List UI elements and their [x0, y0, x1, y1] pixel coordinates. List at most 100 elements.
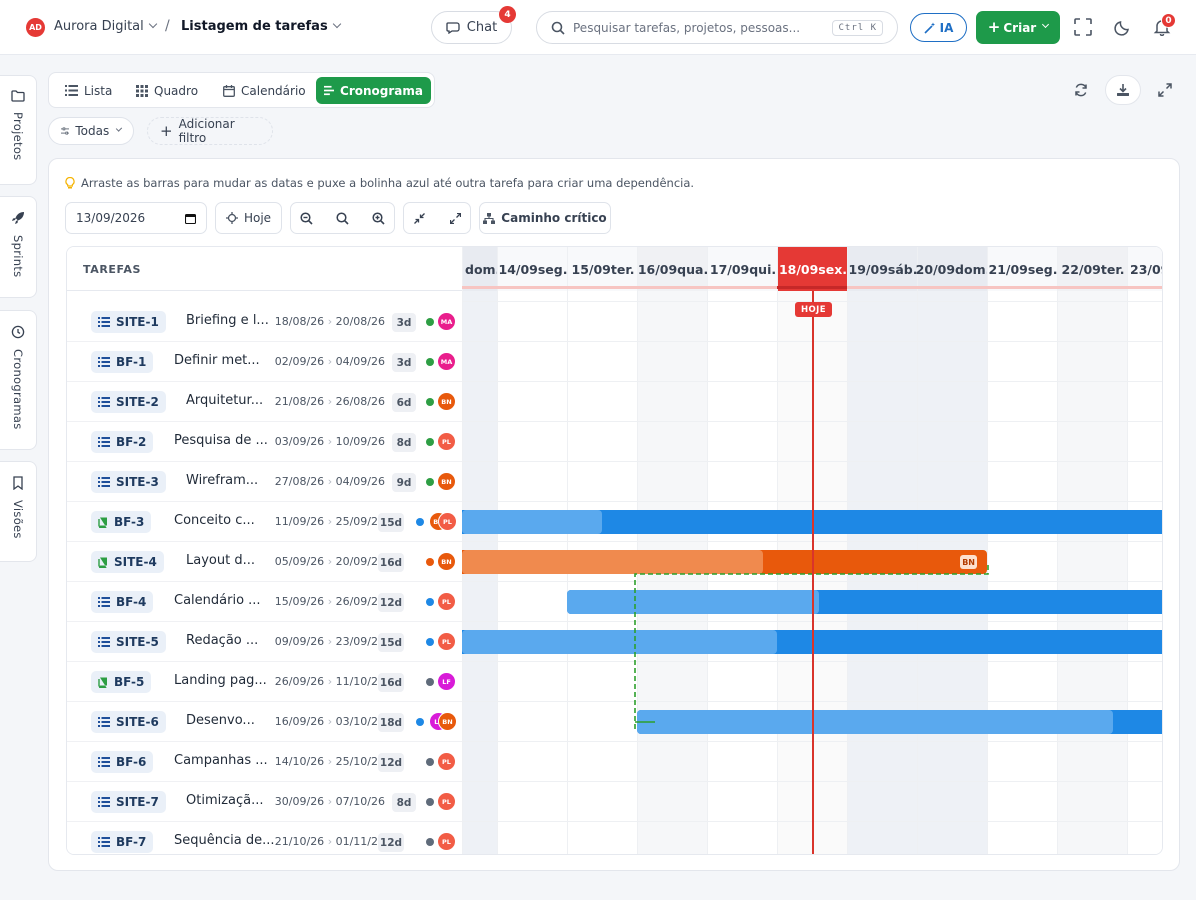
task-start-date: 21/10/26 — [274, 835, 325, 848]
refresh-button[interactable] — [1064, 75, 1098, 105]
filter-all[interactable]: Todas — [48, 117, 134, 145]
avatar[interactable]: LF — [437, 672, 456, 691]
task-dates: 21/08/26 › 26/08/26 — [274, 395, 385, 408]
task-key[interactable]: SITE-5 — [91, 631, 166, 653]
page-title[interactable]: Listagem de tarefas — [181, 19, 341, 34]
sidenav-item-visoes[interactable]: Visões — [0, 461, 37, 562]
task-row[interactable]: BF-4 Calendário ... 15/09/26 › 26/09/26 12d… — [67, 582, 462, 622]
status-dot — [416, 518, 424, 526]
avatar[interactable]: MA — [437, 312, 456, 331]
tasks-header: TAREFAS — [67, 247, 462, 291]
task-dates: 16/09/26 › 03/10/26 — [274, 715, 385, 728]
collapse-icon[interactable] — [413, 212, 425, 224]
sidenav-label: Projetos — [11, 112, 25, 161]
critical-path-label: Caminho crítico — [501, 211, 607, 225]
task-row[interactable]: BF-3Conceito c...11/09/26 › 25/09/2615dB… — [67, 502, 462, 542]
task-key-label: BF-6 — [116, 755, 147, 769]
task-key[interactable]: BF-3 — [91, 511, 152, 533]
task-key[interactable]: BF-4 — [91, 591, 154, 613]
task-key-label: BF-5 — [114, 675, 145, 689]
expand-icon[interactable] — [449, 212, 461, 224]
sidenav-item-sprints[interactable]: Sprints — [0, 196, 37, 298]
task-key[interactable]: SITE-1 — [91, 311, 166, 333]
task-key[interactable]: BF-1 — [91, 351, 154, 373]
task-start-date: 15/09/26 — [274, 595, 325, 608]
task-duration: 15d — [378, 513, 404, 532]
task-key[interactable]: SITE-2 — [91, 391, 166, 413]
task-key[interactable]: SITE-6 — [91, 711, 166, 733]
org-switcher[interactable]: Aurora Digital — [54, 19, 157, 34]
critical-path-button[interactable]: Caminho crítico — [479, 202, 611, 234]
sidenav-item-cronogramas[interactable]: Cronogramas — [0, 310, 37, 450]
dark-mode-icon[interactable] — [1112, 16, 1134, 38]
today-button[interactable]: Hoje — [215, 202, 282, 234]
task-row[interactable]: BF-6 Campanhas ... 14/10/26 › 25/10/26 12d P… — [67, 742, 462, 782]
task-key[interactable]: BF-2 — [91, 431, 154, 453]
avatar[interactable]: PL — [437, 432, 456, 451]
task-row[interactable]: SITE-3 Wirefram... 27/08/26 › 04/09/26 9d BN — [67, 462, 462, 502]
task-row[interactable]: SITE-4 Layout d... 05/09/26 › 20/09/26 16d B… — [67, 542, 462, 582]
tab-calendario[interactable]: Calendário — [215, 77, 314, 104]
ai-button[interactable]: IA — [910, 13, 967, 42]
date-picker[interactable]: 13/09/2026 — [65, 202, 207, 234]
avatar[interactable]: PL — [437, 832, 456, 851]
refresh-icon — [1075, 83, 1087, 97]
avatar[interactable]: PL — [437, 752, 456, 771]
task-dates: 27/08/26 › 04/09/26 — [274, 475, 385, 488]
avatar[interactable]: BN — [437, 472, 456, 491]
search-input[interactable]: Pesquisar tarefas, projetos, pessoas... — [573, 21, 824, 35]
avatar[interactable]: PL — [437, 792, 456, 811]
avatar[interactable]: MA — [437, 352, 456, 371]
task-row[interactable]: BF-5 Landing pag... 26/09/26 › 11/10/26 16d… — [67, 662, 462, 702]
task-row[interactable]: SITE-2 Arquitetur... 21/08/26 › 26/08/26 6d… — [67, 382, 462, 422]
tab-cronograma[interactable]: Cronograma — [316, 77, 431, 104]
notifications-icon[interactable]: 0 — [1151, 13, 1176, 38]
status-dot — [426, 398, 434, 406]
download-button[interactable] — [1105, 75, 1141, 105]
grid-icon — [136, 84, 148, 97]
task-row[interactable]: BF-2 Pesquisa de ... 03/09/26 › 10/09/26 8d… — [67, 422, 462, 462]
task-row[interactable]: SITE-6Desenvo...16/09/26 › 03/10/2618dLF… — [67, 702, 462, 742]
create-button[interactable]: + Criar — [976, 11, 1060, 44]
avatar[interactable]: BN — [438, 712, 457, 731]
list-icon — [98, 437, 110, 447]
fullscreen-icon[interactable] — [1072, 16, 1094, 38]
task-row[interactable]: SITE-5 Redação ... 09/09/26 › 23/09/26 15d P… — [67, 622, 462, 662]
task-row[interactable]: BF-7 Sequência de... 21/10/26 › 01/11/26 12… — [67, 822, 462, 854]
task-duration: 9d — [392, 473, 416, 492]
tab-quadro[interactable]: Quadro — [128, 77, 206, 104]
zoom-reset-icon[interactable] — [336, 211, 349, 225]
plus-icon: + — [160, 121, 173, 140]
avatar[interactable]: PL — [437, 592, 456, 611]
task-key[interactable]: SITE-4 — [91, 551, 164, 573]
avatar[interactable]: BN — [437, 392, 456, 411]
plus-icon: + — [987, 18, 1001, 36]
task-end-date: 26/08/26 — [335, 395, 385, 408]
task-key[interactable]: BF-5 — [91, 671, 152, 693]
task-list: TAREFAS SITE-1 Briefing e l... 18/08/26 › … — [67, 247, 462, 854]
task-duration: 6d — [392, 393, 416, 412]
task-key[interactable]: SITE-7 — [91, 791, 166, 813]
global-search[interactable]: Pesquisar tarefas, projetos, pessoas... … — [536, 11, 898, 44]
status-dot — [426, 638, 434, 646]
tab-lista[interactable]: Lista — [57, 77, 120, 104]
avatar[interactable]: PL — [437, 632, 456, 651]
tab-label: Calendário — [241, 83, 306, 98]
task-row[interactable]: SITE-7 Otimizaçã... 30/09/26 › 07/10/26 8d P… — [67, 782, 462, 822]
task-key[interactable]: BF-6 — [91, 751, 154, 773]
expand-button[interactable] — [1148, 75, 1182, 105]
avatar[interactable]: BN — [437, 552, 456, 571]
zoom-in-icon[interactable] — [372, 211, 385, 225]
org-name: Aurora Digital — [54, 19, 144, 34]
task-row[interactable]: SITE-1 Briefing e l... 18/08/26 › 20/08/26… — [67, 302, 462, 342]
add-filter-button[interactable]: + Adicionar filtro — [147, 117, 273, 145]
task-row[interactable]: BF-1 Definir met... 02/09/26 › 04/09/26 3d M… — [67, 342, 462, 382]
task-dates: 30/09/26 › 07/10/26 — [274, 795, 385, 808]
task-key[interactable]: BF-7 — [91, 831, 154, 853]
task-key[interactable]: SITE-3 — [91, 471, 166, 493]
zoom-out-icon[interactable] — [300, 211, 313, 225]
org-logo[interactable]: AD — [26, 18, 45, 37]
sidenav-item-projetos[interactable]: Projetos — [0, 75, 37, 185]
chat-button[interactable]: Chat 4 — [431, 6, 516, 44]
avatar[interactable]: PL — [438, 512, 457, 531]
